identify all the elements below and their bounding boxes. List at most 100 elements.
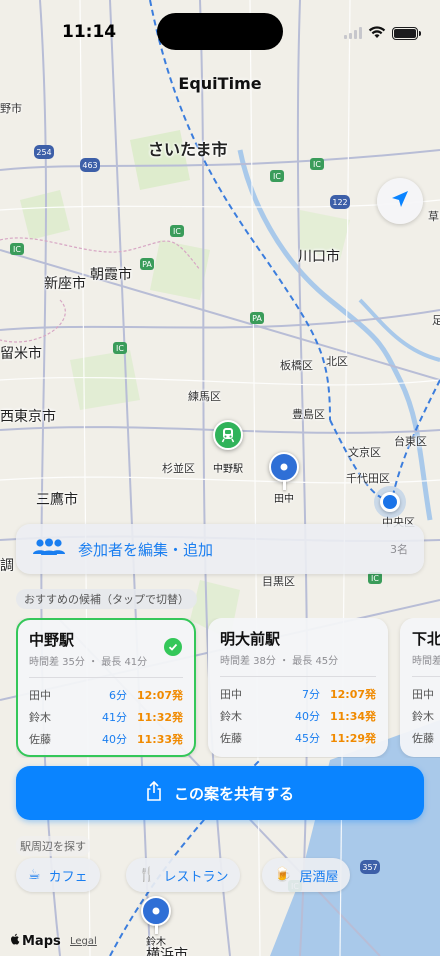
participant-name: 田中 — [412, 688, 434, 701]
coffee-icon: ☕ — [28, 867, 41, 883]
station-pin-label: 中野駅 — [213, 464, 243, 475]
svg-text:PA: PA — [142, 260, 152, 269]
svg-text:IC: IC — [313, 160, 321, 169]
map-label-mitaka: 三鷹市 — [36, 492, 78, 508]
travel-minutes: 7分 — [301, 688, 320, 701]
participant-pin-tanaka[interactable]: 田中 — [269, 452, 299, 505]
candidate-meta: 時間差 35分 ・ 最長 41分 — [29, 657, 148, 668]
candidate-row: 鈴木 — [412, 705, 440, 727]
map-label-nishitokyo: 西東京市 — [0, 409, 56, 425]
wifi-icon — [368, 24, 386, 43]
departure-time: 12:07発 — [329, 688, 376, 701]
participant-name: 田中 — [220, 688, 242, 701]
map-label-adachi-edge: 足 — [432, 314, 440, 327]
current-location-dot — [380, 492, 400, 512]
map-label-edge-right: 草 — [428, 210, 439, 223]
map-label-kurume: 留米市 — [0, 346, 42, 362]
svg-text:IC: IC — [273, 172, 281, 181]
participant-count: 3名 — [390, 543, 408, 556]
travel-minutes: 45分 — [294, 732, 320, 745]
participant-pin-suzuki[interactable]: 鈴木 — [141, 896, 171, 948]
travel-minutes: 40分 — [101, 733, 127, 746]
participant-name: 田中 — [29, 689, 51, 702]
participant-name: 佐藤 — [29, 733, 51, 746]
svg-text:357: 357 — [362, 863, 377, 872]
battery-icon — [392, 27, 421, 40]
candidate-name: 下北 — [412, 630, 440, 648]
status-icons — [344, 24, 421, 43]
map-label-kita: 北区 — [326, 355, 348, 368]
map-label-meguro: 目黒区 — [262, 575, 295, 588]
candidate-carousel[interactable]: 中野駅 時間差 35分 ・ 最長 41分 田中 6分 12:07発 鈴木 41分 11:… — [16, 618, 440, 758]
app-title: EquiTime — [178, 74, 262, 93]
edit-participants-label: 参加者を編集・追加 — [78, 540, 214, 559]
share-plan-label: この案を共有する — [173, 784, 294, 803]
participant-name: 鈴木 — [412, 710, 434, 723]
map-label-saitama: さいたま市 — [148, 140, 228, 159]
chip-label: レストラン — [163, 869, 229, 885]
fork-knife-icon: 🍴 — [138, 867, 156, 883]
share-plan-button[interactable]: この案を共有する — [16, 766, 424, 820]
travel-minutes: 41分 — [101, 711, 127, 724]
dynamic-island — [157, 13, 283, 50]
map-label-toshima: 豊島区 — [292, 408, 325, 421]
map-label-niiza: 新座市 — [44, 276, 86, 292]
checkmark-icon — [164, 638, 182, 656]
candidate-row: 佐藤 — [412, 727, 440, 749]
chip-cafe[interactable]: ☕ カフェ — [16, 858, 100, 892]
departure-time: 12:07発 — [136, 689, 183, 702]
people-icon — [32, 538, 66, 560]
candidate-row: 田中 — [412, 683, 440, 705]
map-label-kawaguchi: 川口市 — [298, 249, 340, 265]
locate-me-button[interactable] — [377, 178, 423, 224]
candidate-row: 田中 6分 12:07発 — [29, 684, 183, 706]
participant-pin-label: 鈴木 — [146, 937, 166, 948]
share-icon — [146, 780, 162, 805]
departure-time: 11:33発 — [136, 733, 183, 746]
map-label-edge-left: 調 — [0, 558, 14, 574]
station-pin-nakano[interactable]: 中野駅 — [213, 420, 243, 475]
location-arrow-icon — [390, 189, 410, 213]
candidate-card[interactable]: 下北 時間差 田中 鈴木 佐藤 — [400, 618, 440, 757]
train-icon — [213, 420, 243, 450]
svg-text:IC: IC — [13, 245, 21, 254]
departure-time: 11:34発 — [329, 710, 376, 723]
svg-text:IC: IC — [371, 574, 379, 583]
candidate-row: 鈴木 40分 11:34発 — [220, 705, 376, 727]
candidate-name: 中野駅 — [29, 631, 75, 649]
participant-name: 鈴木 — [29, 711, 51, 724]
candidate-row: 鈴木 41分 11:32発 — [29, 706, 183, 728]
departure-time: 11:32発 — [136, 711, 183, 724]
participant-name: 佐藤 — [412, 732, 434, 745]
cellular-icon — [344, 24, 362, 43]
map-label-suginami: 杉並区 — [162, 462, 195, 475]
map-label-bunkyo: 文京区 — [348, 446, 381, 459]
svg-text:463: 463 — [82, 161, 97, 170]
svg-text:122: 122 — [332, 198, 347, 207]
travel-minutes: 40分 — [294, 710, 320, 723]
status-time: 11:14 — [62, 22, 117, 42]
map-label-chiyoda: 千代田区 — [346, 472, 390, 485]
svg-text:IC: IC — [116, 344, 124, 353]
chip-izakaya[interactable]: 🍺 居酒屋 — [262, 858, 351, 892]
chip-label: カフェ — [48, 869, 88, 885]
svg-text:IC: IC — [173, 227, 181, 236]
participant-pin-label: 田中 — [274, 494, 294, 505]
beer-icon: 🍺 — [274, 867, 292, 883]
chip-restaurant[interactable]: 🍴 レストラン — [126, 858, 241, 892]
map-label-itabashi: 板橋区 — [280, 359, 313, 372]
participant-name: 佐藤 — [220, 732, 242, 745]
svg-text:PA: PA — [252, 314, 262, 323]
edit-participants-button[interactable]: 参加者を編集・追加 3名 — [16, 524, 424, 574]
explore-caption: 駅周辺を探す — [16, 836, 90, 856]
candidate-meta: 時間差 38分 ・ 最長 45分 — [220, 656, 339, 667]
apple-maps-logo: Maps — [10, 933, 61, 949]
candidate-card[interactable]: 中野駅 時間差 35分 ・ 最長 41分 田中 6分 12:07発 鈴木 41分 11:… — [16, 618, 196, 757]
candidate-row: 佐藤 45分 11:29発 — [220, 727, 376, 749]
map-label-nerima: 練馬区 — [188, 390, 221, 403]
candidate-card[interactable]: 明大前駅 時間差 38分 ・ 最長 45分 田中 7分 12:07発 鈴木 40分 11… — [208, 618, 388, 757]
legal-link[interactable]: Legal — [70, 936, 97, 947]
departure-time: 11:29発 — [329, 732, 376, 745]
candidate-row: 田中 7分 12:07発 — [220, 683, 376, 705]
maps-wordmark: Maps — [22, 933, 61, 949]
